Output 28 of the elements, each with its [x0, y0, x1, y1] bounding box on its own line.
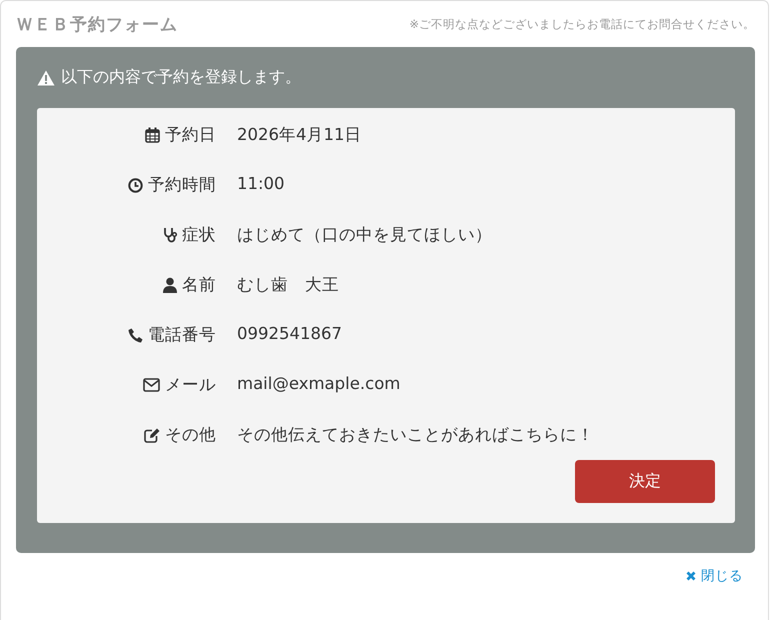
- edit-icon: [144, 428, 160, 442]
- close-icon: [686, 571, 696, 581]
- help-notice: ※ご不明な点などございましたらお電話にてお問合せください。: [409, 16, 755, 32]
- field-label: 名前: [182, 274, 216, 296]
- field-label: その他: [165, 424, 216, 446]
- field-value: 0992541867: [237, 324, 343, 343]
- phone-icon: [128, 328, 143, 342]
- field-value: 11:00: [237, 174, 286, 193]
- clock-icon: [128, 178, 143, 192]
- field-value: むし歯 大王: [237, 274, 340, 296]
- field-value: mail@exmaple.com: [237, 374, 402, 393]
- submit-button[interactable]: 決定: [575, 460, 715, 503]
- field-label: メール: [165, 374, 216, 396]
- field-label: 予約時間: [148, 174, 216, 196]
- field-value: はじめて（口の中を見てほしい）: [237, 224, 493, 246]
- warning-icon: [37, 70, 55, 86]
- envelope-icon: [143, 378, 160, 392]
- field-value: その他伝えておきたいことがあればこちらに！: [237, 424, 595, 446]
- confirm-message: 以下の内容で予約を登録します。: [61, 67, 301, 88]
- stethoscope-icon: [163, 227, 177, 243]
- calendar-icon: [145, 127, 160, 143]
- field-label: 電話番号: [148, 324, 216, 346]
- field-label: 予約日: [165, 124, 216, 146]
- form-title: ＷＥＢ予約フォーム: [16, 14, 178, 36]
- close-link[interactable]: 閉じる: [686, 567, 743, 585]
- user-icon: [163, 277, 177, 293]
- field-value: 2026年4月11日: [237, 124, 362, 146]
- field-label: 症状: [182, 224, 216, 246]
